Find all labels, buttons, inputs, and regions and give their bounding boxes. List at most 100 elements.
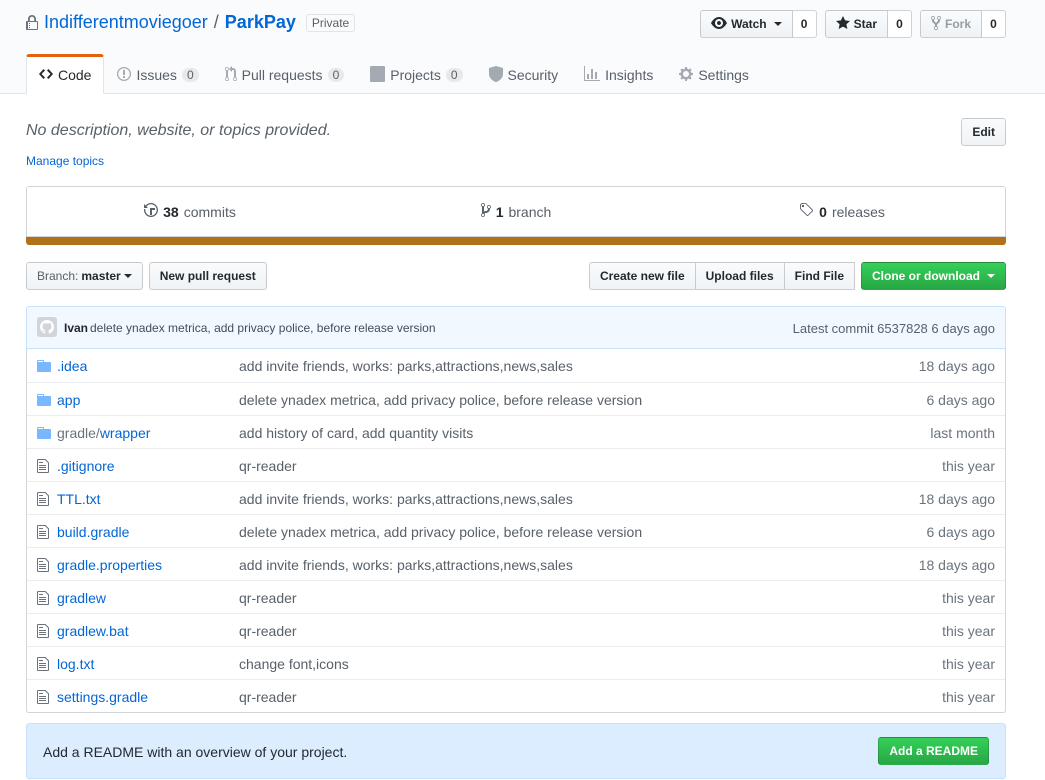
- gear-icon: [679, 66, 694, 85]
- commit-message-link[interactable]: change font,icons: [239, 656, 349, 672]
- watch-count[interactable]: 0: [792, 10, 817, 38]
- table-row: gradlew qr-reader this year: [27, 580, 1005, 613]
- commit-message-link[interactable]: add invite friends, works: parks,attract…: [239, 491, 573, 507]
- releases-count: 0: [819, 203, 827, 220]
- file-name-link[interactable]: settings.gradle: [57, 689, 148, 705]
- repo-title: Indifferentmoviegoer / ParkPay Private: [26, 12, 356, 33]
- table-row: build.gradle delete ynadex metrica, add p…: [27, 514, 1005, 547]
- commit-age: this year: [942, 590, 995, 606]
- avatar[interactable]: [37, 317, 57, 337]
- repo-name-link[interactable]: ParkPay: [225, 12, 296, 33]
- repo-tabs: Code Issues 0 Pull requests 0 Projects 0…: [26, 54, 762, 94]
- file-name-link[interactable]: gradlew: [57, 590, 106, 606]
- file-name-link[interactable]: app: [57, 392, 80, 408]
- commit-message-link[interactable]: add invite friends, works: parks,attract…: [239, 557, 573, 573]
- repo-description: No description, website, or topics provi…: [26, 122, 332, 139]
- watch-button[interactable]: Watch: [700, 10, 793, 38]
- commit-message-link[interactable]: qr-reader: [239, 590, 297, 606]
- file-name-link[interactable]: .gitignore: [57, 458, 115, 474]
- fork-group: Fork 0: [919, 10, 1006, 38]
- tab-settings[interactable]: Settings: [666, 54, 762, 94]
- commits-link[interactable]: 38 commits: [27, 187, 353, 236]
- commit-message-link[interactable]: delete ynadex metrica, add privacy polic…: [239, 392, 642, 408]
- new-pull-request-button[interactable]: New pull request: [148, 262, 267, 290]
- file-icon: [37, 458, 49, 474]
- file-icon: [37, 689, 49, 705]
- commit-author[interactable]: Ivan: [64, 321, 88, 335]
- file-name: settings.gradle: [57, 689, 149, 705]
- manage-topics-link[interactable]: Manage topics: [26, 154, 104, 168]
- tab-counter: 0: [181, 68, 199, 82]
- file-name: .idea: [57, 358, 88, 374]
- file-name-link[interactable]: log.txt: [57, 656, 94, 672]
- table-row: .gitignore qr-reader this year: [27, 448, 1005, 481]
- file-nav-left: Branch: master New pull request: [26, 262, 267, 290]
- find-file-button[interactable]: Find File: [783, 262, 855, 290]
- commit-message-link[interactable]: qr-reader: [239, 623, 297, 639]
- commit-age: this year: [942, 458, 995, 474]
- file-name-link[interactable]: gradle/wrapper: [57, 425, 150, 441]
- branches-link[interactable]: 1 branch: [353, 187, 679, 236]
- visibility-badge: Private: [305, 13, 356, 32]
- edit-button[interactable]: Edit: [961, 118, 1006, 146]
- fork-button[interactable]: Fork: [919, 10, 982, 38]
- repo-content: No description, website, or topics provi…: [0, 94, 1045, 779]
- commit-message-link[interactable]: qr-reader: [239, 689, 297, 705]
- readme-prompt-text: Add a README with an overview of your pr…: [43, 744, 348, 760]
- tab-issues[interactable]: Issues 0: [104, 54, 211, 94]
- file-name: .gitignore: [57, 458, 115, 474]
- create-new-file-button[interactable]: Create new file: [588, 262, 696, 290]
- commit-age: this year: [942, 689, 995, 705]
- tab-label: Security: [507, 67, 559, 83]
- releases-link[interactable]: 0 releases: [679, 187, 1005, 236]
- upload-files-button[interactable]: Upload files: [694, 262, 785, 290]
- file-name: gradle.properties: [57, 557, 163, 573]
- tab-code[interactable]: Code: [26, 54, 105, 94]
- fork-count[interactable]: 0: [982, 10, 1006, 38]
- tab-projects[interactable]: Projects 0: [357, 54, 475, 94]
- file-name-link[interactable]: build.gradle: [57, 524, 129, 540]
- watch-group: Watch 0: [700, 10, 817, 38]
- commit-message-link[interactable]: add invite friends, works: parks,attract…: [239, 358, 573, 374]
- project-icon: [370, 65, 386, 85]
- branch-prefix: Branch:: [37, 269, 79, 283]
- readme-prompt: Add a README with an overview of your pr…: [26, 723, 1006, 779]
- file-name-link[interactable]: gradlew.bat: [57, 623, 129, 639]
- latest-commit-info[interactable]: Latest commit 6537828 6 days ago: [793, 321, 995, 336]
- commit-age: 18 days ago: [918, 557, 995, 573]
- table-row: gradle.properties add invite friends, wor…: [27, 547, 1005, 580]
- file-name: log.txt: [57, 656, 95, 672]
- commits-label: commits: [183, 203, 236, 220]
- table-row: TTL.txt add invite friends, works: parks,…: [27, 481, 1005, 514]
- file-icon: [37, 524, 49, 540]
- commit-message-link[interactable]: add history of card, add quantity visits: [239, 425, 473, 441]
- table-row: app delete ynadex metrica, add privacy po…: [27, 382, 1005, 415]
- star-count[interactable]: 0: [887, 10, 912, 38]
- branches-count: 1: [495, 203, 504, 220]
- star-button[interactable]: Star: [824, 10, 888, 38]
- tab-pull-requests[interactable]: Pull requests 0: [212, 54, 358, 94]
- file-name-link[interactable]: gradle.properties: [57, 557, 162, 573]
- repo-owner-link[interactable]: Indifferentmoviegoer: [44, 12, 208, 33]
- numbers-summary: 38 commits 1 branch 0 releases: [26, 186, 1006, 237]
- commit-age: 18 days ago: [918, 358, 995, 374]
- commit-age: 6 days ago: [926, 392, 996, 408]
- language-bar[interactable]: [26, 237, 1006, 245]
- tab-security[interactable]: Security: [476, 54, 572, 94]
- table-row: gradlew.bat qr-reader this year: [27, 613, 1005, 646]
- file-name: gradlew: [57, 590, 107, 606]
- commit-message[interactable]: delete ynadex metrica, add privacy polic…: [90, 321, 436, 335]
- lock-icon: [26, 14, 38, 31]
- file-name-link[interactable]: TTL.txt: [57, 491, 101, 507]
- tab-insights[interactable]: Insights: [571, 54, 666, 94]
- add-readme-button[interactable]: Add a README: [878, 737, 989, 765]
- star-icon: [835, 15, 850, 34]
- branch-select-button[interactable]: Branch: master: [26, 262, 143, 290]
- commit-message-link[interactable]: delete ynadex metrica, add privacy polic…: [239, 524, 642, 540]
- code-icon: [39, 66, 53, 85]
- commit-message-link[interactable]: qr-reader: [239, 458, 297, 474]
- file-name-link[interactable]: .idea: [57, 358, 87, 374]
- file-list: .idea add invite friends, works: parks,at…: [26, 349, 1006, 713]
- graph-icon: [584, 65, 601, 85]
- clone-download-button[interactable]: Clone or download: [861, 262, 1006, 290]
